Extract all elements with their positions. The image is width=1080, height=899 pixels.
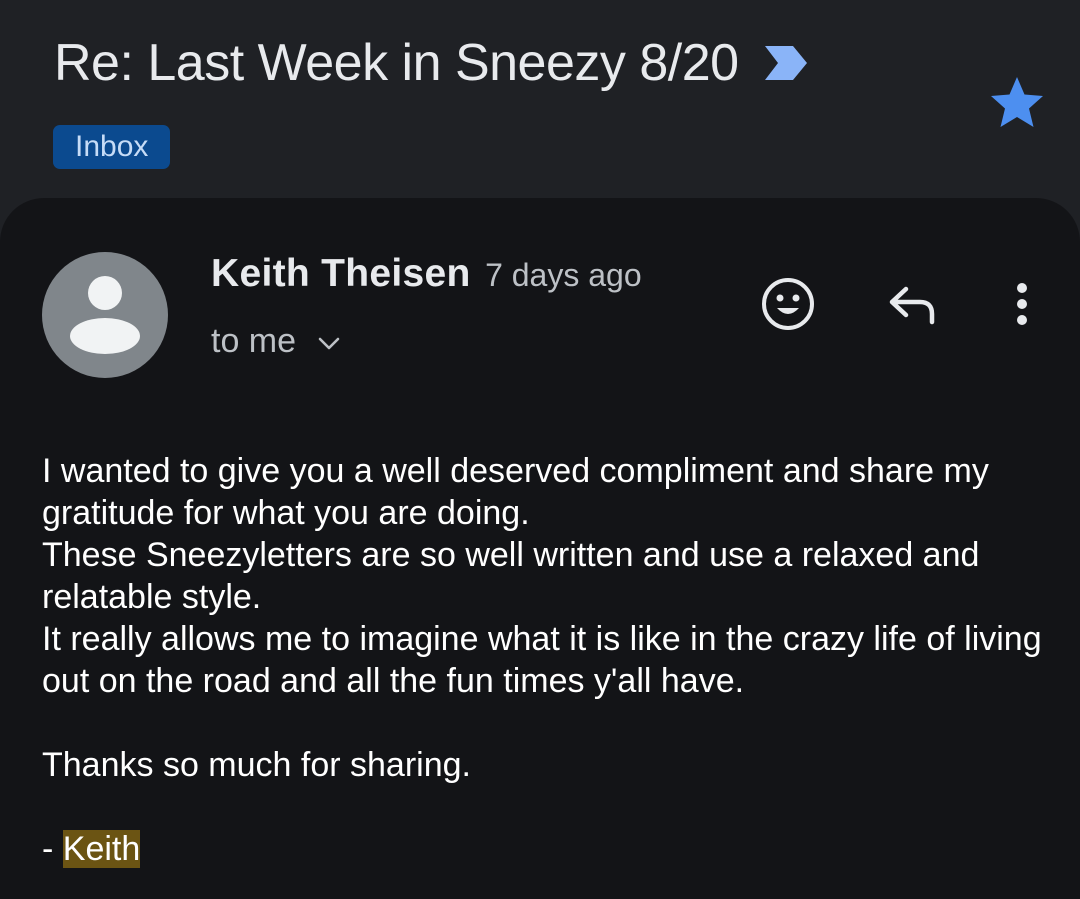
avatar-head: [88, 276, 122, 310]
signature-prefix: -: [42, 830, 63, 868]
vertical-dots-icon[interactable]: [990, 272, 1054, 336]
recipients-text: to me: [211, 322, 297, 360]
person-avatar-icon[interactable]: [42, 252, 168, 378]
body-paragraph-3: It really allows me to imagine what it i…: [42, 620, 1042, 700]
signature-name-highlight[interactable]: Keith: [62, 830, 141, 868]
signature: - Keith: [42, 828, 1052, 870]
subject-row: Re: Last Week in Sneezy 8/20: [54, 30, 809, 96]
sender-line: Keith Theisen 7 days ago: [211, 252, 642, 296]
chevron-down-icon: [318, 337, 340, 349]
important-marker-icon[interactable]: [763, 43, 809, 83]
smile-emoji-icon[interactable]: [756, 272, 820, 336]
inbox-label-chip[interactable]: Inbox: [53, 125, 171, 169]
body-paragraph-1: I wanted to give you a well deserved com…: [42, 452, 989, 532]
star-icon[interactable]: [988, 74, 1046, 132]
email-subject: Re: Last Week in Sneezy 8/20: [54, 34, 739, 92]
email-view: Re: Last Week in Sneezy 8/20 Inbox Keith…: [0, 0, 1080, 899]
reply-arrow-icon[interactable]: [880, 272, 944, 336]
sender-name[interactable]: Keith Theisen: [211, 252, 471, 295]
body-thanks: Thanks so much for sharing.: [42, 746, 471, 784]
email-body: I wanted to give you a well deserved com…: [42, 450, 1052, 870]
avatar-body: [70, 318, 140, 354]
body-paragraph-2: These Sneezyletters are so well written …: [42, 536, 980, 616]
message-timestamp: 7 days ago: [485, 257, 642, 293]
recipients-toggle[interactable]: to me: [211, 322, 342, 361]
